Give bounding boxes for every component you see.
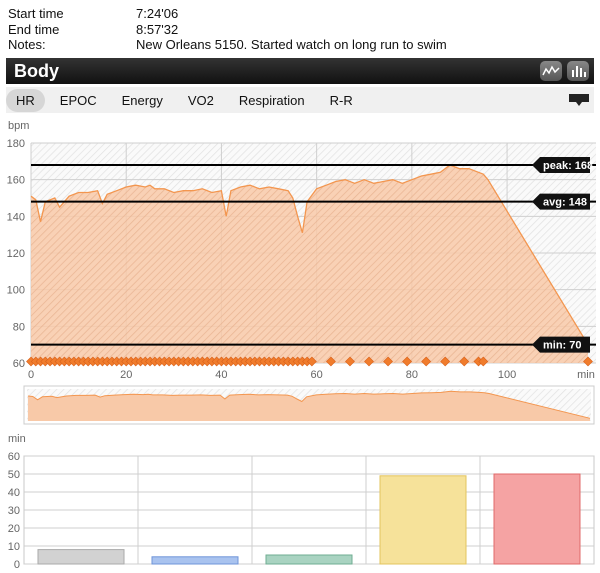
hr-y-tick-label: 120 <box>7 248 25 260</box>
bar-y-tick-label: 0 <box>14 559 20 571</box>
bar-y-tick-label: 50 <box>8 469 20 481</box>
hr-y-tick-label: 140 <box>7 211 25 223</box>
hr-zone-bar <box>379 475 467 565</box>
reference-label: avg: 148 <box>543 197 587 209</box>
hr-zone-bar <box>493 473 581 565</box>
hr-x-tick-label: 80 <box>406 369 418 381</box>
hr-zone-bar <box>151 556 239 565</box>
hr-x-tick-label: 60 <box>311 369 323 381</box>
hr-x-tick-label: 100 <box>498 369 516 381</box>
bar-y-tick-label: 30 <box>8 505 20 517</box>
reference-label: min: 70 <box>543 340 582 352</box>
hr-y-tick-label: 60 <box>13 358 25 370</box>
bar-y-tick-label: 20 <box>8 523 20 535</box>
bar-y-ticks: 0 10 20 30 40 50 60 <box>8 451 20 571</box>
bar-y-tick-label: 60 <box>8 451 20 463</box>
hr-x-tick-label: 40 <box>215 369 227 381</box>
hr-x-ticks: 0 20 40 60 80 100 <box>28 369 516 381</box>
reference-label: peak: 168 <box>543 160 593 172</box>
bar-y-tick-label: 40 <box>8 487 20 499</box>
hr-x-tick-label: 0 <box>28 369 34 381</box>
hr-x-tick-label: 20 <box>120 369 132 381</box>
overview-navigator[interactable] <box>23 385 595 425</box>
hr-y-tick-label: 100 <box>7 285 25 297</box>
hr-x-unit: min <box>577 369 595 381</box>
hr-y-ticks: 60 80 100 120 140 160 180 <box>7 138 25 370</box>
hr-y-tick-label: 160 <box>7 175 25 187</box>
hr-zone-bar <box>37 549 125 565</box>
hr-zone-bar <box>265 554 353 565</box>
hr-y-tick-label: 80 <box>13 321 25 333</box>
charts-canvas: peak: 168avg: 148min: 70 608010012014016… <box>7 138 596 571</box>
hr-y-tick-label: 180 <box>7 138 25 150</box>
bar-y-tick-label: 10 <box>8 541 20 553</box>
